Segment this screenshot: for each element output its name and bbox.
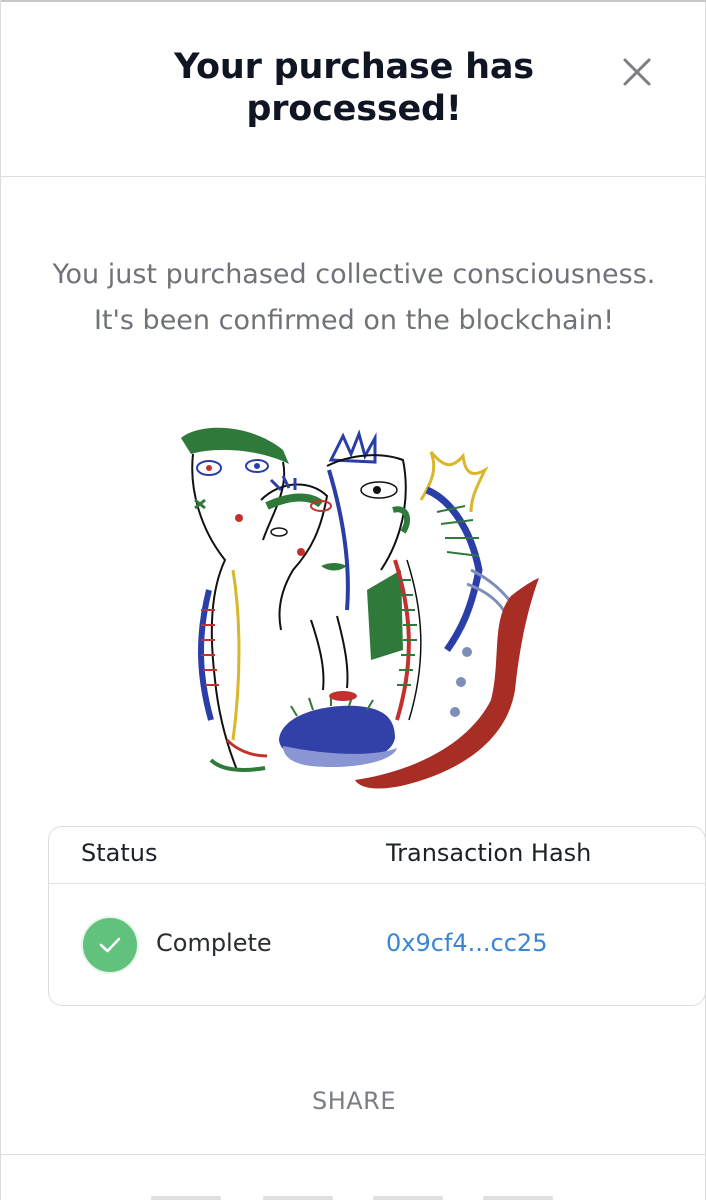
share-button[interactable]: SHARE [254,1078,454,1124]
transaction-card: Status Transaction Hash Complete 0x9cf4.… [48,826,706,1006]
transaction-card-header: Status Transaction Hash [49,827,705,884]
purchase-success-dialog: Your purchase has processed! You just pu… [0,0,706,1200]
status-value: Complete [156,929,272,957]
check-icon [99,937,121,953]
close-icon [623,58,651,86]
status-column-header: Status [81,839,158,867]
footer-item [263,1196,333,1200]
status-badge [81,916,139,974]
footer-item [373,1196,443,1200]
dialog-title: Your purchase has processed! [174,47,534,129]
nft-artwork [181,427,539,789]
confirmation-message: You just purchased collective consciousn… [52,259,656,336]
close-button[interactable] [617,52,657,92]
dialog-header: Your purchase has processed! [1,0,706,177]
transaction-hash-link[interactable]: 0x9cf4...cc25 [386,929,547,957]
hash-column-header: Transaction Hash [386,839,592,867]
footer-item [483,1196,553,1200]
footer-divider [1,1154,706,1155]
footer-item [151,1196,221,1200]
